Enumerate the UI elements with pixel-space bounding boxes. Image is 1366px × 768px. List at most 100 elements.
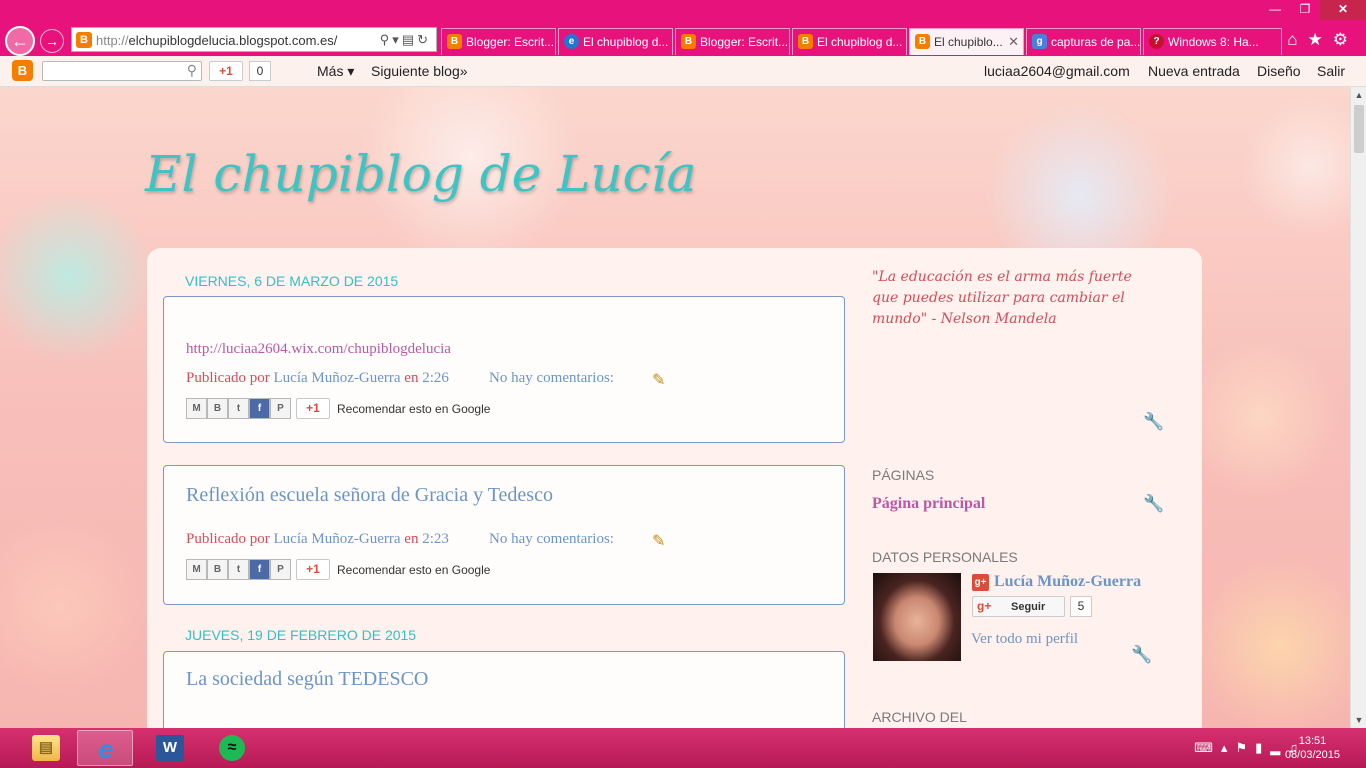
home-icon[interactable]: ⌂ <box>1287 30 1307 49</box>
sidebar-quote: "La educación es el arma más fuerte que … <box>872 269 1132 327</box>
date-header: JUEVES, 19 DE FEBRERO DE 2015 <box>185 627 417 643</box>
battery-icon[interactable]: ▮ <box>1255 740 1270 755</box>
profile-name-link[interactable]: Lucía Muñoz-Guerra <box>994 573 1141 591</box>
new-post-link[interactable]: Nueva entrada <box>1148 63 1240 79</box>
byline-label: Publicado por <box>186 531 270 547</box>
window-close-icon[interactable]: ✕ <box>1320 0 1366 20</box>
share-row: M B t f P +1 Recomendar esto en Google <box>186 559 490 580</box>
address-controls[interactable]: ⚲▾▤↻ <box>380 32 431 48</box>
blog-title[interactable]: El chupiblog de Lucía <box>145 145 697 203</box>
view-profile-link[interactable]: Ver todo mi perfil <box>971 631 1078 648</box>
author-link[interactable]: Lucía Muñoz-Guerra <box>274 370 401 386</box>
vertical-scrollbar[interactable]: ▲ ▼ <box>1350 87 1366 728</box>
back-button[interactable]: ← <box>5 26 35 56</box>
clock[interactable]: 13:51 08/03/2015 <box>1285 734 1340 762</box>
taskbar-ie[interactable]: e <box>77 730 133 766</box>
taskbar-spotify[interactable]: ≈ <box>204 730 260 766</box>
email-share-icon[interactable]: M <box>186 559 207 580</box>
navbar-search-input[interactable]: ⚲ <box>42 61 202 81</box>
follow-count: 5 <box>1070 596 1092 617</box>
gplus-button[interactable]: +1 <box>296 398 330 419</box>
gplus-button[interactable]: +1 <box>296 559 330 580</box>
post-byline: Publicado por Lucía Muñoz-Guerra en 2:26… <box>186 370 614 387</box>
scroll-down-icon[interactable]: ▼ <box>1351 712 1366 728</box>
user-email[interactable]: luciaa2604@gmail.com <box>984 63 1130 79</box>
main-page-link[interactable]: Página principal <box>872 495 985 513</box>
wrench-icon[interactable]: 🔧 <box>1131 644 1153 666</box>
post-card: Reflexión escuela señora de Gracia y Ted… <box>163 465 845 605</box>
taskbar-explorer[interactable]: ▤ <box>18 730 74 766</box>
taskbar: ▤ e W ≈ ⌨▴⚑▮▂♫ 13:51 08/03/2015 <box>0 728 1366 768</box>
google-icon: g <box>1032 34 1047 49</box>
search-icon[interactable]: ⚲ <box>187 62 197 79</box>
post-time-link[interactable]: 2:23 <box>422 531 449 547</box>
blogger-icon: B <box>447 34 462 49</box>
post-time-link[interactable]: 2:26 <box>422 370 449 386</box>
tab-1[interactable]: B Blogger: Escrit... <box>441 28 556 55</box>
facebook-share-icon[interactable]: f <box>249 559 270 580</box>
comments-link[interactable]: No hay comentarios: <box>489 531 614 548</box>
comments-link[interactable]: No hay comentarios: <box>489 370 614 387</box>
blogger-icon: B <box>681 34 696 49</box>
pages-heading: PÁGINAS <box>872 467 935 483</box>
clock-date: 08/03/2015 <box>1284 749 1340 761</box>
address-bar[interactable]: B http://elchupiblogdelucia.blogspot.com… <box>71 27 437 52</box>
keyboard-icon[interactable]: ⌨ <box>1194 740 1221 755</box>
design-link[interactable]: Diseño <box>1257 63 1301 79</box>
recommend-text: Recomendar esto en Google <box>337 562 491 577</box>
byline-at: en <box>404 531 419 547</box>
twitter-share-icon[interactable]: t <box>228 398 249 419</box>
post-title[interactable]: La sociedad según TEDESCO <box>186 668 428 691</box>
forward-button[interactable]: → <box>40 29 64 53</box>
post-link[interactable]: http://luciaa2604.wix.com/chupiblogdeluc… <box>186 341 451 358</box>
spotify-icon: ≈ <box>219 735 245 761</box>
facebook-share-icon[interactable]: f <box>249 398 270 419</box>
blogger-logo-icon[interactable]: B <box>12 60 33 81</box>
window-controls: — ❐ ✕ <box>1260 0 1366 20</box>
tab-close-icon[interactable]: ✕ <box>1008 29 1019 55</box>
post-byline: Publicado por Lucía Muñoz-Guerra en 2:23… <box>186 531 614 548</box>
blogger-icon: B <box>915 34 930 49</box>
pinterest-share-icon[interactable]: P <box>270 398 291 419</box>
avatar[interactable] <box>873 573 961 661</box>
blogger-share-icon[interactable]: B <box>207 559 228 580</box>
pinterest-share-icon[interactable]: P <box>270 559 291 580</box>
twitter-share-icon[interactable]: t <box>228 559 249 580</box>
wrench-icon[interactable]: 🔧 <box>1143 411 1165 433</box>
blogger-icon: B <box>76 32 92 48</box>
archive-heading: ARCHIVO DEL <box>872 709 967 725</box>
author-link[interactable]: Lucía Muñoz-Guerra <box>274 531 401 547</box>
wrench-icon[interactable]: 🔧 <box>1143 493 1165 515</box>
tab-7[interactable]: ? Windows 8: Ha... <box>1143 28 1282 55</box>
edit-pencil-icon[interactable]: ✎ <box>652 531 672 551</box>
settings-gear-icon[interactable]: ⚙ <box>1333 30 1358 49</box>
ie-icon: e <box>564 34 579 49</box>
clock-time: 13:51 <box>1298 735 1327 747</box>
edit-pencil-icon[interactable]: ✎ <box>652 370 672 390</box>
tab-3[interactable]: B Blogger: Escrit... <box>675 28 790 55</box>
scroll-thumb[interactable] <box>1354 105 1364 153</box>
restore-icon[interactable]: ❐ <box>1290 0 1320 20</box>
blogger-icon: B <box>798 34 813 49</box>
scroll-up-icon[interactable]: ▲ <box>1351 87 1366 103</box>
tab-6[interactable]: g capturas de pa... <box>1026 28 1141 55</box>
favorites-star-icon[interactable]: ★ <box>1308 30 1333 49</box>
ie-icon: e <box>98 734 114 764</box>
taskbar-word[interactable]: W <box>142 730 198 766</box>
post-title[interactable]: Reflexión escuela señora de Gracia y Ted… <box>186 484 553 507</box>
flag-icon[interactable]: ⚑ <box>1235 740 1255 755</box>
email-share-icon[interactable]: M <box>186 398 207 419</box>
follow-button[interactable]: g+ Seguir <box>972 596 1065 617</box>
tray-expand-icon[interactable]: ▴ <box>1221 740 1236 755</box>
logout-link[interactable]: Salir <box>1317 63 1345 79</box>
address-url: http://elchupiblogdelucia.blogspot.com.e… <box>96 33 338 48</box>
more-menu[interactable]: Más ▾ <box>317 63 354 80</box>
tab-5-active[interactable]: B El chupiblo... ✕ <box>909 28 1024 55</box>
tab-2[interactable]: e El chupiblog d... <box>558 28 673 55</box>
navbar-gplus-button[interactable]: +1 <box>209 61 243 81</box>
minimize-icon[interactable]: — <box>1260 0 1290 20</box>
next-blog-link[interactable]: Siguiente blog» <box>371 63 468 79</box>
tab-4[interactable]: B El chupiblog d... <box>792 28 907 55</box>
browser-chrome: ← → B http://elchupiblogdelucia.blogspot… <box>0 0 1366 56</box>
blogger-share-icon[interactable]: B <box>207 398 228 419</box>
